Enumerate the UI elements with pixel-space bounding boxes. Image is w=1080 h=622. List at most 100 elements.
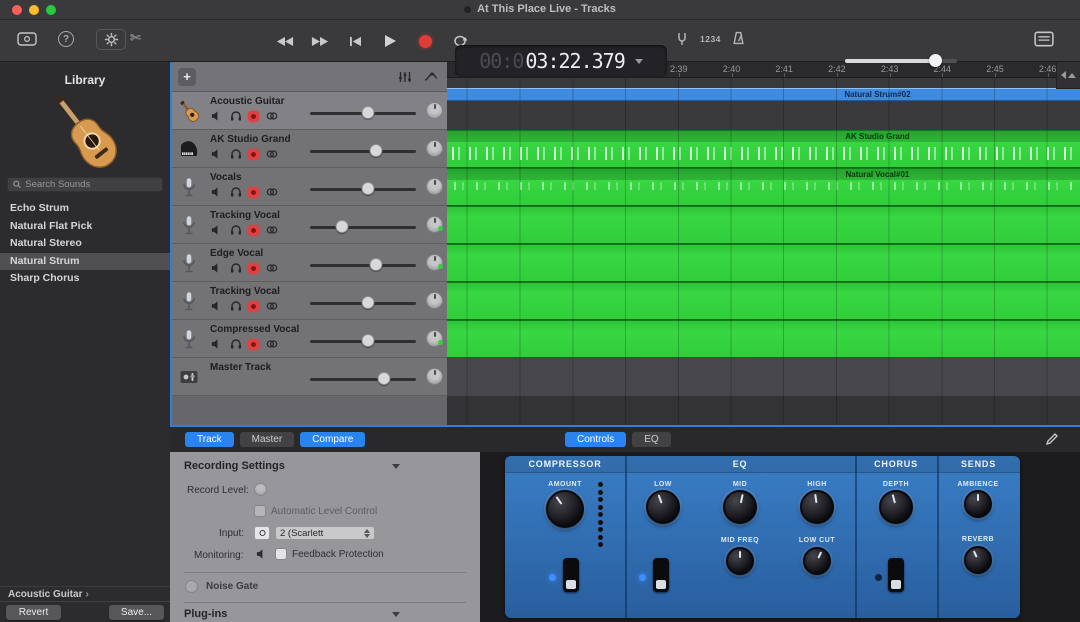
- eq-low-cut-knob[interactable]: [803, 547, 831, 575]
- volume-knob[interactable]: [369, 258, 382, 271]
- solo-button[interactable]: [229, 225, 242, 236]
- sends-reverb-knob[interactable]: [964, 546, 992, 574]
- audio-region[interactable]: Natural Vocal#01: [447, 168, 1080, 206]
- tab-compare[interactable]: Compare: [300, 432, 365, 447]
- pan-knob[interactable]: [426, 102, 443, 119]
- editor-button[interactable]: ✄: [130, 30, 141, 46]
- tab-track[interactable]: Track: [185, 432, 234, 447]
- track-volume-slider[interactable]: [310, 299, 416, 307]
- record-enable-button[interactable]: [248, 111, 259, 122]
- track-header[interactable]: Vocals: [170, 168, 447, 206]
- pan-knob[interactable]: [426, 178, 443, 195]
- count-in-button[interactable]: 1234: [700, 34, 721, 44]
- sends-ambience-knob[interactable]: [964, 490, 992, 518]
- solo-button[interactable]: [229, 187, 242, 198]
- record-button[interactable]: [412, 30, 438, 52]
- solo-button[interactable]: [229, 339, 242, 350]
- track-header[interactable]: Tracking Vocal: [170, 282, 447, 320]
- tab-controls[interactable]: Controls: [565, 432, 626, 447]
- record-enable-button[interactable]: [248, 149, 259, 160]
- pan-knob[interactable]: [426, 368, 443, 385]
- input-monitor-button[interactable]: [265, 111, 278, 122]
- track-volume-slider[interactable]: [310, 109, 416, 117]
- volume-knob[interactable]: [929, 54, 942, 67]
- solo-button[interactable]: [229, 301, 242, 312]
- audio-region[interactable]: Natural Strum#02: [447, 88, 1080, 101]
- record-enable-button[interactable]: [248, 339, 259, 350]
- master-track-lane[interactable]: [447, 358, 1080, 396]
- notepad-button[interactable]: [1034, 31, 1054, 47]
- eq-mid-freq-knob[interactable]: [726, 547, 754, 575]
- automatic-level-checkbox[interactable]: [254, 505, 266, 517]
- tab-eq[interactable]: EQ: [632, 432, 670, 447]
- record-enable-button[interactable]: [248, 225, 259, 236]
- track-volume-slider[interactable]: [310, 261, 416, 269]
- rewind-button[interactable]: [272, 30, 298, 52]
- track-volume-slider[interactable]: [310, 375, 416, 383]
- automation-button[interactable]: [421, 69, 441, 85]
- track-header[interactable]: Master Track: [170, 358, 447, 396]
- mute-button[interactable]: [210, 339, 223, 350]
- volume-knob[interactable]: [362, 296, 375, 309]
- smart-controls-button[interactable]: [96, 29, 126, 50]
- track-header[interactable]: Compressed Vocal: [170, 320, 447, 358]
- search-field[interactable]: [7, 177, 163, 192]
- audio-region[interactable]: AK Studio Grand: [447, 130, 1080, 168]
- library-item[interactable]: Sharp Chorus: [0, 270, 170, 288]
- volume-knob[interactable]: [335, 220, 348, 233]
- monitoring-button[interactable]: [254, 548, 268, 560]
- tab-master[interactable]: Master: [240, 432, 295, 447]
- input-monitor-button[interactable]: [265, 149, 278, 160]
- compressor-toggle[interactable]: [563, 558, 579, 592]
- mute-button[interactable]: [210, 301, 223, 312]
- lcd-display[interactable]: 00:0 03:22.379: [455, 45, 667, 77]
- go-to-beginning-button[interactable]: [342, 30, 368, 52]
- library-item[interactable]: Natural Strum: [0, 253, 170, 271]
- eq-mid-knob[interactable]: [723, 490, 757, 524]
- track-header[interactable]: Tracking Vocal: [170, 206, 447, 244]
- track-volume-slider[interactable]: [310, 147, 416, 155]
- mixer-button[interactable]: [395, 69, 415, 85]
- input-monitor-button[interactable]: [265, 263, 278, 274]
- noise-gate-toggle[interactable]: [185, 580, 198, 593]
- pan-knob[interactable]: [426, 330, 443, 347]
- chorus-toggle[interactable]: [888, 558, 904, 592]
- mute-button[interactable]: [210, 149, 223, 160]
- play-button[interactable]: [377, 30, 403, 52]
- record-enable-button[interactable]: [248, 301, 259, 312]
- audio-region[interactable]: [447, 282, 1080, 320]
- mute-button[interactable]: [210, 263, 223, 274]
- audio-region[interactable]: [447, 206, 1080, 244]
- pan-knob[interactable]: [426, 254, 443, 271]
- metronome-button[interactable]: [732, 31, 745, 45]
- input-monitor-button[interactable]: [265, 187, 278, 198]
- volume-knob[interactable]: [369, 144, 382, 157]
- eq-low-knob[interactable]: [646, 490, 680, 524]
- track-volume-slider[interactable]: [310, 185, 416, 193]
- track-header[interactable]: Acoustic Guitar: [170, 92, 447, 130]
- solo-button[interactable]: [229, 149, 242, 160]
- mute-button[interactable]: [210, 225, 223, 236]
- zoom-corner-widget[interactable]: [1056, 62, 1080, 89]
- input-monitor-button[interactable]: [265, 339, 278, 350]
- save-button[interactable]: Save...: [109, 605, 164, 620]
- record-enable-button[interactable]: [248, 263, 259, 274]
- smart-controls-edit-button[interactable]: [1042, 431, 1062, 447]
- track-header[interactable]: Edge Vocal: [170, 244, 447, 282]
- revert-button[interactable]: Revert: [6, 605, 61, 620]
- record-level-knob[interactable]: [254, 483, 267, 496]
- search-input[interactable]: [25, 179, 157, 190]
- input-format-button[interactable]: [254, 526, 270, 540]
- mute-button[interactable]: [210, 187, 223, 198]
- plugins-chevron-icon[interactable]: [392, 612, 400, 617]
- mute-button[interactable]: [210, 111, 223, 122]
- tuner-button[interactable]: [676, 31, 688, 47]
- volume-knob[interactable]: [378, 372, 391, 385]
- compressor-amount-knob[interactable]: [546, 490, 584, 528]
- track-header[interactable]: AK Studio Grand: [170, 130, 447, 168]
- track-volume-slider[interactable]: [310, 337, 416, 345]
- volume-knob[interactable]: [362, 334, 375, 347]
- volume-knob[interactable]: [362, 106, 375, 119]
- library-toggle-button[interactable]: [12, 28, 42, 50]
- library-breadcrumb[interactable]: Acoustic Guitar›: [0, 586, 170, 601]
